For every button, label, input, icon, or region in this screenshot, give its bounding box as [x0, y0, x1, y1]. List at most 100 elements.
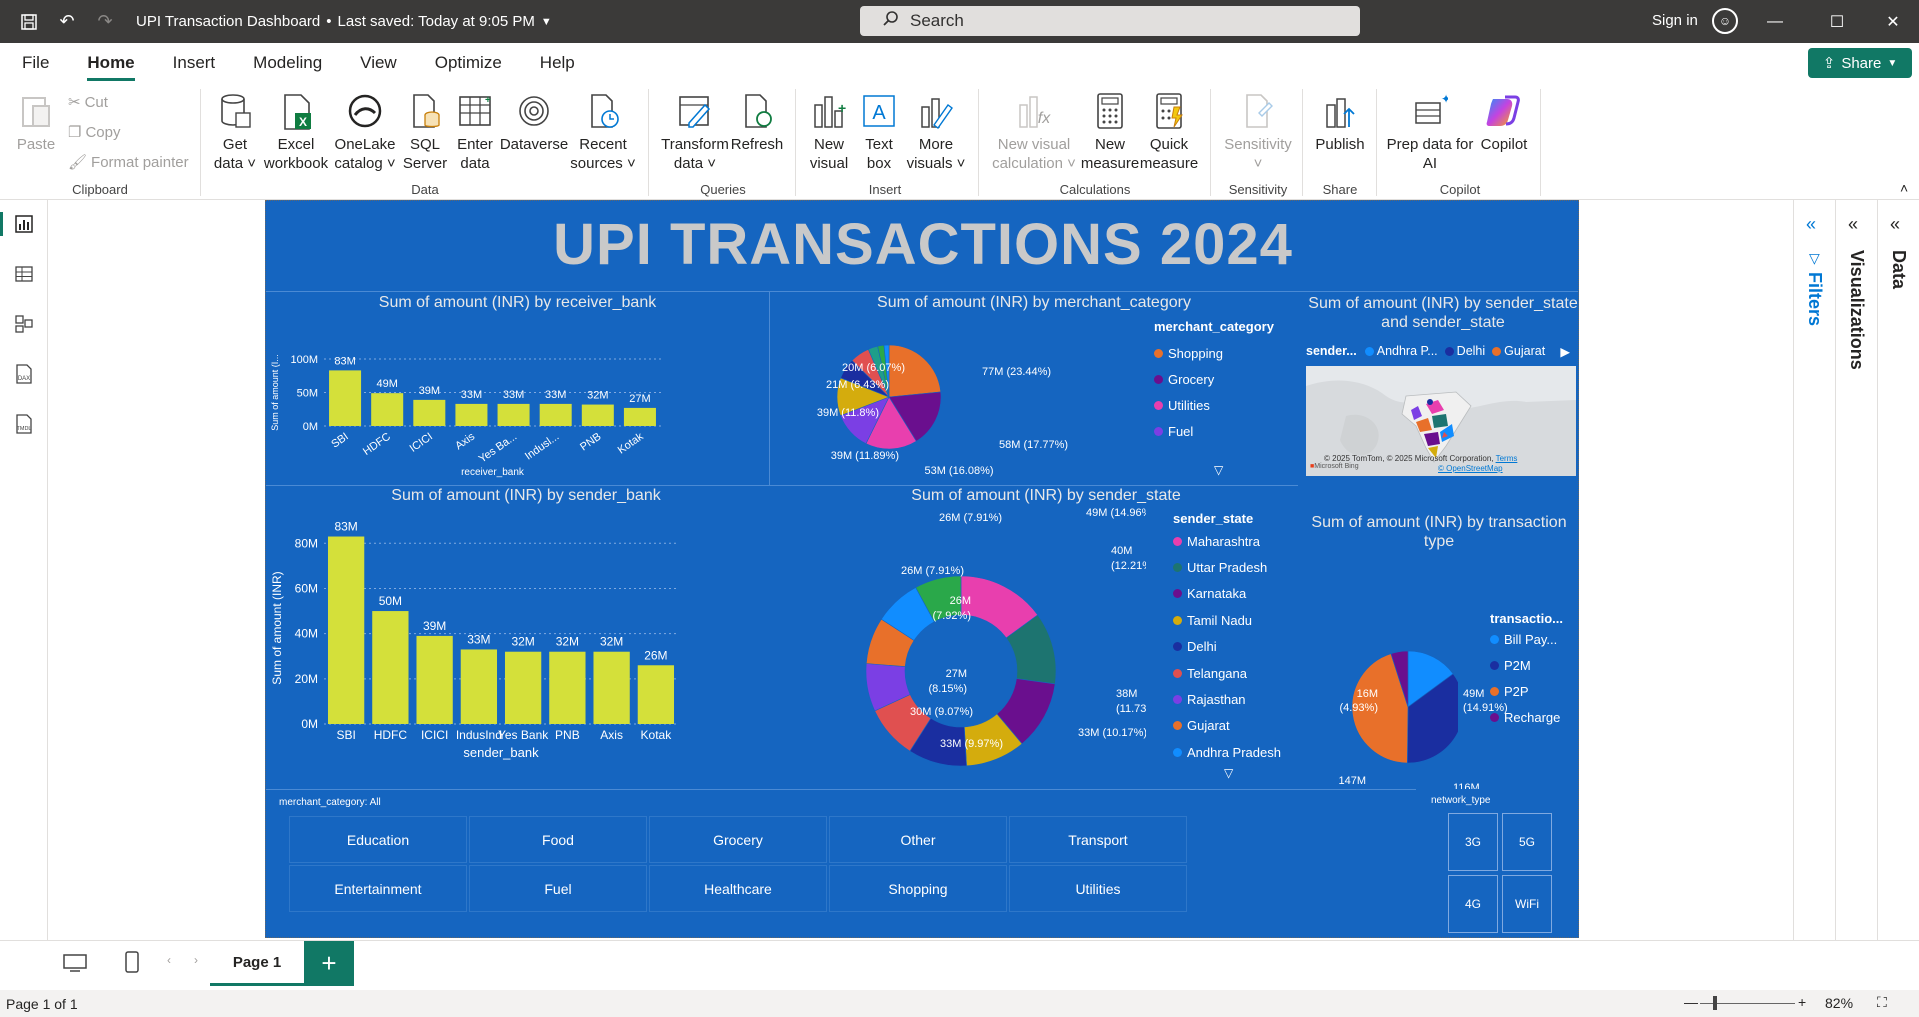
network-type-tile[interactable]: 3G: [1448, 813, 1498, 871]
menu-view[interactable]: View: [341, 43, 416, 83]
quick-measure-button[interactable]: Quick measure: [1140, 91, 1198, 173]
legend-item[interactable]: Gujarat: [1173, 713, 1281, 739]
map-osm-link[interactable]: © OpenStreetMap: [1438, 464, 1503, 473]
visualizations-pane-collapsed[interactable]: « Visualizations: [1835, 200, 1877, 940]
data-pane-collapsed[interactable]: « Data: [1877, 200, 1919, 940]
legend-item[interactable]: Rajasthan: [1173, 686, 1281, 712]
previous-page-icon[interactable]: ‹: [167, 953, 171, 967]
maximize-icon[interactable]: ☐: [1814, 0, 1860, 43]
copilot-button[interactable]: Copilot: [1476, 91, 1532, 154]
new-measure-button[interactable]: New measure: [1081, 91, 1139, 173]
transform-data-button[interactable]: Transform data ˅: [658, 91, 732, 173]
transaction-type-pie-chart[interactable]: [1298, 569, 1458, 769]
expand-visualizations-icon[interactable]: «: [1848, 214, 1858, 235]
prep-data-ai-button[interactable]: ✦ Prep data for AI: [1385, 91, 1475, 173]
sensitivity-button[interactable]: Sensitivity ˅: [1220, 91, 1296, 173]
slicer-tile[interactable]: Grocery: [649, 816, 827, 863]
receiver-bank-bar-chart[interactable]: 0M 50M 100M 83M SBI 49M HDFC 39M ICICI 33M Axis 33M…: [266, 313, 769, 483]
menu-modeling[interactable]: Modeling: [234, 43, 341, 83]
mobile-layout-icon[interactable]: [124, 950, 140, 979]
copy-button[interactable]: ❐ Copy: [68, 123, 120, 142]
sender-state-donut-chart[interactable]: 49M (14.96%) 40M (12.21%) 38M (11.73%) 33M (1…: [796, 506, 1146, 786]
account-icon[interactable]: ☺: [1712, 8, 1738, 34]
page-tab-1[interactable]: Page 1: [210, 941, 304, 986]
more-visuals-button[interactable]: More visuals ˅: [905, 91, 967, 173]
legend-item[interactable]: Recharge: [1490, 704, 1563, 730]
network-type-tile[interactable]: 4G: [1448, 875, 1498, 933]
expand-filters-icon[interactable]: «: [1806, 214, 1816, 235]
legend-item[interactable]: Maharashtra: [1173, 528, 1281, 554]
desktop-layout-icon[interactable]: [62, 953, 88, 978]
close-icon[interactable]: ✕: [1870, 0, 1916, 43]
menu-help[interactable]: Help: [521, 43, 594, 83]
network-type-tile[interactable]: 5G: [1502, 813, 1552, 871]
legend-item[interactable]: Delhi: [1173, 634, 1281, 660]
sign-in-link[interactable]: Sign in: [1652, 12, 1698, 29]
save-icon[interactable]: [10, 0, 48, 43]
enter-data-button[interactable]: + Enter data: [452, 91, 498, 173]
paste-button[interactable]: Paste: [15, 91, 57, 154]
slicer-tile[interactable]: Entertainment: [289, 865, 467, 912]
minimize-icon[interactable]: —: [1752, 0, 1798, 43]
model-view-icon[interactable]: [12, 312, 36, 336]
legend-scroll-down-icon[interactable]: ▽: [1214, 463, 1223, 477]
tmdl-view-icon[interactable]: TMDL: [12, 412, 36, 436]
menu-file[interactable]: File: [0, 43, 68, 83]
publish-button[interactable]: Publish: [1310, 91, 1370, 154]
merchant-category-pie-chart[interactable]: 77M (23.44%) 58M (17.77%) 53M (16.08%) 39M …: [769, 313, 1109, 485]
map-legend-item[interactable]: Delhi: [1444, 344, 1485, 358]
recent-sources-button[interactable]: Recent sources ˅: [570, 91, 636, 173]
slicer-tile[interactable]: Fuel: [469, 865, 647, 912]
slicer-tile[interactable]: Utilities: [1009, 865, 1187, 912]
slicer-tile[interactable]: Healthcare: [649, 865, 827, 912]
legend-next-icon[interactable]: ▶: [1560, 344, 1570, 359]
cut-button[interactable]: ✂ Cut: [68, 93, 108, 112]
search-input[interactable]: Search: [860, 6, 1360, 36]
report-view-icon[interactable]: [12, 212, 36, 236]
slicer-tile[interactable]: Other: [829, 816, 1007, 863]
expand-data-icon[interactable]: «: [1890, 214, 1900, 235]
legend-item[interactable]: Andhra Pradesh: [1173, 739, 1281, 765]
format-painter-button[interactable]: 🖌 Format painter: [68, 153, 189, 172]
legend-item[interactable]: Karnataka: [1173, 581, 1281, 607]
legend-item[interactable]: P2P: [1490, 678, 1563, 704]
map-legend-item[interactable]: Gujarat: [1492, 344, 1545, 358]
text-box-button[interactable]: A Text box: [856, 91, 902, 173]
filters-pane-collapsed[interactable]: « ▽ Filters: [1793, 200, 1835, 940]
menu-home[interactable]: Home: [68, 43, 153, 83]
legend-item[interactable]: Tamil Nadu: [1173, 607, 1281, 633]
legend-item[interactable]: P2M: [1490, 652, 1563, 678]
legend-item[interactable]: Telangana: [1173, 660, 1281, 686]
table-view-icon[interactable]: [12, 262, 36, 286]
collapse-ribbon-icon[interactable]: ˄: [1900, 180, 1908, 196]
map-legend-item[interactable]: Andhra P...: [1364, 344, 1438, 358]
slicer-tile[interactable]: Food: [469, 816, 647, 863]
legend-item[interactable]: Utilities: [1154, 392, 1274, 418]
onelake-catalog-button[interactable]: OneLake catalog ˅: [333, 91, 397, 173]
legend-item[interactable]: Fuel: [1154, 418, 1274, 444]
document-title[interactable]: UPI Transaction Dashboard • Last saved: To…: [136, 13, 552, 30]
refresh-button[interactable]: Refresh: [731, 91, 783, 154]
network-type-tile[interactable]: WiFi: [1502, 875, 1552, 933]
sql-server-button[interactable]: SQL Server: [400, 91, 450, 173]
menu-optimize[interactable]: Optimize: [416, 43, 521, 83]
legend-item[interactable]: Shopping: [1154, 340, 1274, 366]
new-visual-button[interactable]: + New visual: [805, 91, 853, 173]
get-data-button[interactable]: Get data ˅: [210, 91, 260, 173]
add-page-button[interactable]: +: [304, 941, 354, 986]
share-button[interactable]: ⇪ Share ▼: [1808, 48, 1912, 78]
menu-insert[interactable]: Insert: [154, 43, 235, 83]
legend-scroll-down-icon[interactable]: ▽: [1224, 766, 1233, 780]
zoom-out-icon[interactable]: —: [1684, 994, 1698, 1010]
excel-workbook-button[interactable]: X Excel workbook: [263, 91, 329, 173]
new-visual-calculation-button[interactable]: fx New visual calculation ˅: [990, 91, 1078, 173]
slicer-tile[interactable]: Shopping: [829, 865, 1007, 912]
undo-icon[interactable]: ↶: [48, 0, 86, 43]
slicer-tile[interactable]: Transport: [1009, 816, 1187, 863]
zoom-in-icon[interactable]: +: [1798, 994, 1806, 1010]
map-terms-link[interactable]: Terms: [1496, 454, 1518, 463]
dax-query-view-icon[interactable]: DAX: [12, 362, 36, 386]
redo-icon[interactable]: ↷: [86, 0, 124, 43]
dataverse-button[interactable]: Dataverse: [500, 91, 568, 154]
legend-item[interactable]: Grocery: [1154, 366, 1274, 392]
